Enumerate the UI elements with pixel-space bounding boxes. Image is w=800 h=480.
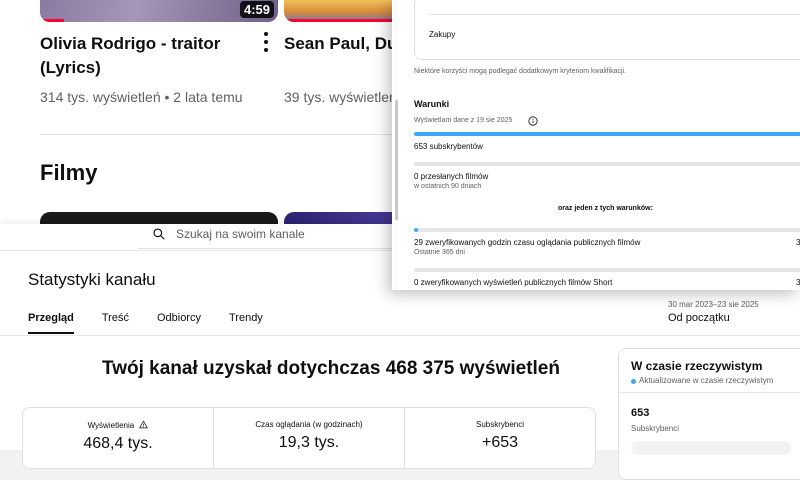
scrollbar-thumb[interactable] — [395, 100, 398, 220]
watch-progress-bar — [40, 19, 64, 22]
realtime-status: Aktualizowane w czasie rzeczywistym — [639, 376, 774, 385]
purchases-expander[interactable]: Zakupy — [414, 0, 800, 60]
video-thumbnail[interactable]: 4:59 — [40, 0, 278, 22]
progress-fill — [414, 228, 418, 232]
requirement-progress-bar — [414, 162, 800, 166]
more-actions-icon[interactable] — [262, 32, 270, 52]
video-title[interactable]: Olivia Rodrigo - traitor (Lyrics) — [40, 32, 250, 80]
info-icon[interactable] — [528, 116, 538, 126]
requirement-sublabel: w ostatnich 90 dniach — [414, 183, 482, 190]
analytics-tabs: Przegląd Treść Odbiorcy Trendy — [28, 312, 291, 334]
requirement-label: 653 subskrybentów — [414, 142, 483, 151]
metrics-card: Wyświetlenia 468,4 tys. Czas oglądania (… — [22, 407, 596, 469]
views-headline: Twój kanał uzyskał dotychczas 468 375 wy… — [102, 358, 560, 379]
metric-label: Subskrybenci — [475, 420, 525, 429]
realtime-divider — [619, 392, 800, 393]
monetization-requirements-popup: Zakupy Niektóre korzyści mogą podlegać d… — [392, 0, 800, 290]
video-metadata: 39 tys. wyświetleń — [284, 89, 397, 105]
requirement-target: 3 — [796, 238, 800, 247]
requirement-label: 0 przesłanych filmów — [414, 172, 489, 181]
search-icon — [153, 228, 165, 240]
channel-search-bar[interactable]: Szukaj na swoim kanale — [138, 224, 408, 249]
requirement-progress-bar — [414, 132, 800, 136]
purchases-label: Zakupy — [429, 30, 456, 39]
requirement-sublabel: Ostatnie 365 dni — [414, 249, 465, 256]
video-thumbnail[interactable] — [284, 0, 404, 22]
realtime-button[interactable] — [631, 441, 791, 455]
video-metadata: 314 tys. wyświetleń • 2 lata temu — [40, 89, 243, 105]
eligibility-note: Niektóre korzyści mogą podlegać dodatkow… — [414, 68, 627, 75]
realtime-count-label: Subskrybenci — [631, 424, 680, 433]
realtime-card: W czasie rzeczywistym Aktualizowane w cz… — [618, 348, 800, 480]
tab-content[interactable]: Treść — [102, 312, 129, 334]
requirement-progress-bar — [414, 228, 800, 232]
card-divider — [429, 14, 800, 15]
requirement-progress-bar — [414, 268, 800, 272]
metric-value: 19,3 tys. — [278, 434, 340, 451]
requirement-target: 3 — [796, 278, 800, 287]
metric-value: +653 — [481, 434, 519, 451]
section-divider — [40, 134, 400, 135]
requirement-label: 29 zweryfikowanych godzin czasu oglądani… — [414, 238, 641, 247]
realtime-subscriber-count: 653 — [631, 407, 650, 419]
metric-subscribers[interactable]: Subskrybenci +653 — [405, 408, 595, 468]
date-range[interactable]: 30 mar 2023–23 sie 2025 — [668, 300, 759, 309]
metric-label: Wyświetlenia — [87, 421, 135, 430]
watch-progress-bar — [284, 19, 404, 22]
conditions-date: Wyświetlam dane z 19 sie 2025 — [414, 117, 513, 124]
metric-label: Czas oglądania (w godzinach) — [255, 420, 363, 429]
conditions-title: Warunki — [414, 99, 450, 109]
progress-fill — [414, 132, 800, 136]
tab-audience[interactable]: Odbiorcy — [157, 312, 201, 334]
search-input[interactable]: Szukaj na swoim kanale — [176, 227, 305, 241]
video-duration: 4:59 — [239, 1, 274, 18]
requirement-label: 0 zweryfikowanych wyświetleń publicznych… — [414, 278, 613, 287]
section-title: Filmy — [40, 160, 98, 185]
video-title[interactable]: Sean Paul, Dua (Lyrics) — [284, 32, 404, 56]
tabs-divider — [0, 335, 800, 336]
metric-views[interactable]: Wyświetlenia 468,4 tys. — [23, 408, 214, 468]
tab-overview[interactable]: Przegląd — [28, 312, 74, 334]
tab-trends[interactable]: Trendy — [229, 312, 263, 334]
metric-value: 468,4 tys. — [83, 435, 153, 452]
date-range-picker[interactable]: Od początku — [668, 312, 730, 324]
live-dot-icon — [631, 379, 636, 384]
metric-watch-time[interactable]: Czas oglądania (w godzinach) 19,3 tys. — [214, 408, 405, 468]
warning-icon[interactable] — [139, 420, 149, 429]
page-title: Statystyki kanału — [28, 270, 156, 289]
or-conditions-label: oraz jeden z tych warunków: — [558, 205, 653, 212]
realtime-title: W czasie rzeczywistym — [631, 359, 763, 373]
